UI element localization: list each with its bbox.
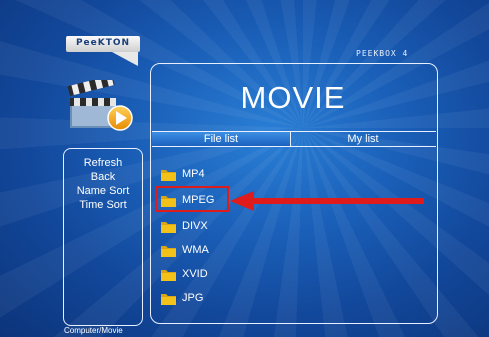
file-name: MP4 — [182, 168, 205, 180]
folder-icon — [161, 293, 176, 305]
file-name: JPG — [182, 292, 204, 304]
pointer-arrow-icon — [230, 191, 424, 211]
file-item-xvid[interactable]: XVID — [160, 264, 300, 284]
file-name: WMA — [182, 244, 209, 256]
menu-refresh[interactable]: Refresh — [63, 156, 143, 170]
side-menu: Refresh Back Name Sort Time Sort — [63, 156, 143, 212]
menu-name-sort[interactable]: Name Sort — [63, 184, 143, 198]
menu-time-sort[interactable]: Time Sort — [63, 198, 143, 212]
file-item-mp4[interactable]: MP4 — [160, 164, 300, 184]
current-path: Computer/Movie — [64, 326, 123, 335]
tab-my-list[interactable]: My list — [290, 132, 435, 146]
tab-file-list[interactable]: File list — [152, 132, 290, 146]
folder-icon — [161, 221, 176, 233]
logo-tab-shape — [112, 52, 138, 66]
file-name: XVID — [182, 268, 208, 280]
folder-icon — [161, 245, 176, 257]
folder-icon — [161, 269, 176, 281]
menu-back[interactable]: Back — [63, 170, 143, 184]
file-item-divx[interactable]: DIVX — [160, 216, 300, 236]
file-item-jpg[interactable]: JPG — [160, 288, 300, 308]
file-name: DIVX — [182, 220, 208, 232]
tab-bar: File list My list — [152, 131, 436, 147]
screen: PeeKTON PEEKBOX 4 MOVIE File list My lis… — [0, 0, 489, 337]
brand-logo: PeeKTON — [66, 36, 142, 66]
file-item-wma[interactable]: WMA — [160, 240, 300, 260]
model-name: PEEKBOX 4 — [356, 49, 409, 58]
logo-text: PeeKTON — [75, 38, 131, 48]
selection-highlight — [155, 186, 229, 212]
folder-icon — [161, 169, 176, 181]
movie-clapperboard-icon — [67, 80, 133, 131]
page-title: MOVIE — [240, 80, 346, 115]
